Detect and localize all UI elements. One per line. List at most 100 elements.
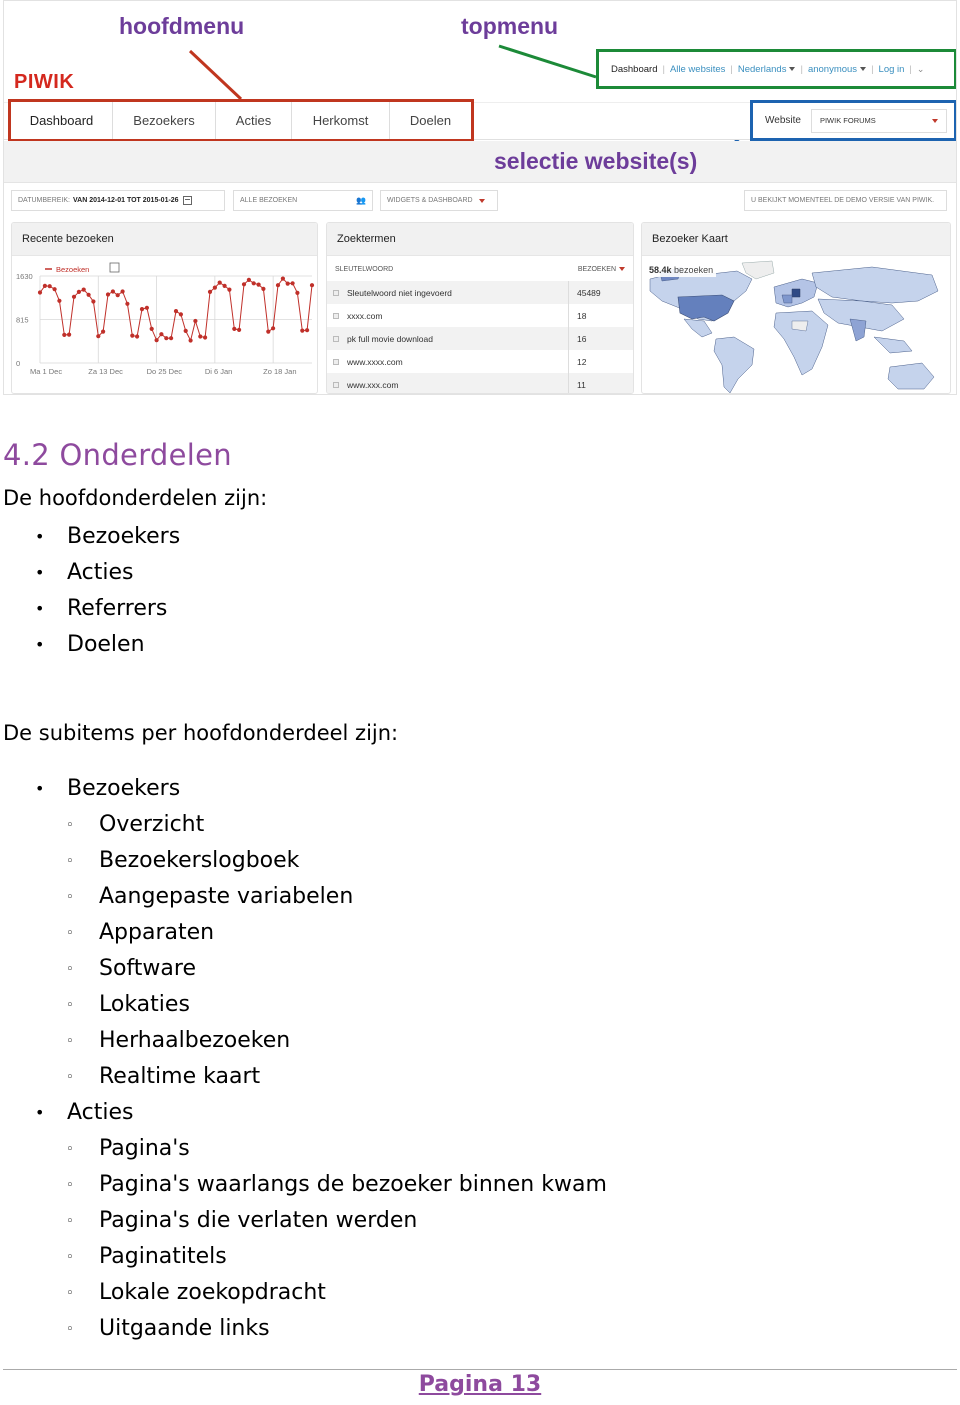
data-point[interactable] [217, 280, 222, 285]
data-point[interactable] [300, 328, 305, 333]
map-region-usa[interactable] [677, 294, 735, 322]
data-point[interactable] [115, 293, 120, 298]
widgets-dashboard-menu[interactable]: WIDGETS & DASHBOARD [380, 190, 498, 211]
table-row[interactable]: xxxx.com 18 [327, 304, 633, 327]
top-menu-user[interactable]: anonymous [808, 64, 867, 75]
map-region-france[interactable] [781, 294, 793, 304]
separator: | [909, 63, 912, 75]
expand-icon[interactable] [333, 312, 339, 319]
data-point[interactable] [222, 283, 227, 288]
data-point[interactable] [42, 283, 47, 288]
data-point[interactable] [261, 286, 266, 291]
map-region-sahara[interactable] [791, 320, 809, 332]
data-point[interactable] [203, 335, 208, 340]
page-number-link[interactable]: Pagina 13 [0, 1372, 960, 1397]
data-point[interactable] [280, 276, 285, 281]
column-header-visits[interactable]: BEZOEKEN [578, 266, 625, 273]
table-row[interactable]: pk full movie download 16 [327, 327, 633, 350]
data-point[interactable] [246, 277, 251, 282]
table-row[interactable]: www.xxxx.com 12 [327, 350, 633, 373]
data-point[interactable] [227, 287, 232, 292]
date-range-selector[interactable]: DATUMBEREIK: VAN 2014-12-01 TOT 2015-01-… [11, 190, 225, 211]
top-menu-alle-websites[interactable]: Alle websites [670, 64, 725, 75]
data-point[interactable] [91, 299, 96, 304]
data-point[interactable] [81, 287, 86, 292]
main-menu-herkomst[interactable]: Herkomst [292, 102, 390, 139]
data-point[interactable] [305, 328, 310, 333]
data-point[interactable] [178, 312, 183, 317]
main-menu-dashboard[interactable]: Dashboard [11, 102, 113, 139]
table-row[interactable]: www.xxx.com 11 [327, 373, 633, 393]
main-menu-bezoekers[interactable]: Bezoekers [113, 102, 216, 139]
map-region-southeast-asia[interactable] [873, 336, 913, 354]
map-region-australia[interactable] [887, 362, 935, 390]
data-point[interactable] [164, 336, 169, 341]
data-point[interactable] [193, 318, 198, 324]
data-point[interactable] [76, 289, 81, 294]
data-point[interactable] [169, 336, 174, 341]
data-point[interactable] [183, 328, 188, 333]
data-point[interactable] [275, 283, 281, 288]
data-point[interactable] [47, 284, 52, 289]
data-point[interactable] [67, 332, 72, 337]
column-header-keyword[interactable]: SLEUTELWOORD [335, 266, 393, 273]
main-menu-doelen[interactable]: Doelen [390, 102, 471, 139]
expand-icon[interactable] [333, 335, 339, 342]
map-region-south-america[interactable] [713, 336, 755, 393]
list-item: Overzicht [0, 807, 607, 844]
data-point[interactable] [290, 281, 295, 286]
data-point[interactable] [207, 289, 213, 294]
website-select[interactable]: PIWIK FORUMS [810, 108, 947, 133]
map-region-india[interactable] [849, 318, 867, 342]
data-point[interactable] [159, 332, 164, 337]
data-point[interactable] [256, 282, 261, 287]
data-point[interactable] [154, 338, 159, 343]
data-point[interactable] [96, 334, 101, 339]
data-point[interactable] [120, 289, 125, 294]
data-point[interactable] [241, 282, 247, 287]
expand-icon[interactable] [333, 289, 339, 296]
data-point[interactable] [57, 298, 62, 303]
data-point[interactable] [149, 326, 154, 331]
data-point[interactable] [295, 290, 300, 295]
data-point[interactable] [198, 334, 203, 339]
data-point[interactable] [173, 309, 179, 314]
data-point[interactable] [212, 285, 217, 290]
data-point[interactable] [285, 281, 290, 286]
data-point[interactable] [110, 289, 115, 294]
segment-selector[interactable]: ALLE BEZOEKEN 👥 [233, 190, 373, 211]
data-point[interactable] [37, 290, 43, 295]
data-point[interactable] [144, 305, 149, 310]
data-point[interactable] [232, 326, 237, 331]
top-menu-login[interactable]: Log in [879, 64, 905, 75]
data-point[interactable] [105, 292, 111, 297]
data-point[interactable] [271, 326, 276, 331]
map-region-africa[interactable] [773, 310, 829, 376]
data-point[interactable] [101, 329, 106, 334]
data-point[interactable] [52, 287, 57, 292]
data-point[interactable] [130, 333, 135, 338]
data-point[interactable] [266, 329, 271, 334]
data-point[interactable] [237, 327, 242, 332]
world-map[interactable] [642, 257, 951, 394]
map-region-russia[interactable] [811, 266, 939, 304]
data-point[interactable] [139, 307, 145, 312]
data-point[interactable] [251, 281, 256, 286]
data-point[interactable] [86, 292, 91, 297]
main-menu-acties[interactable]: Acties [216, 102, 292, 139]
map-region-mexico[interactable] [683, 318, 713, 338]
data-point[interactable] [188, 338, 193, 343]
data-point[interactable] [309, 283, 315, 288]
chevron-down-icon[interactable]: ⌄ [917, 64, 925, 75]
expand-icon[interactable] [333, 358, 339, 365]
table-row[interactable]: Sleutelwoord niet ingevoerd 45489 [327, 281, 633, 304]
data-point[interactable] [135, 334, 140, 339]
top-menu-dashboard[interactable]: Dashboard [611, 64, 657, 75]
data-point[interactable] [71, 294, 77, 299]
data-point[interactable] [125, 301, 130, 306]
expand-icon[interactable] [333, 381, 339, 388]
top-menu-language[interactable]: Nederlands [738, 64, 796, 75]
chart-type-icon[interactable] [109, 262, 120, 273]
data-point[interactable] [62, 332, 67, 337]
map-region-germany[interactable] [791, 288, 801, 298]
